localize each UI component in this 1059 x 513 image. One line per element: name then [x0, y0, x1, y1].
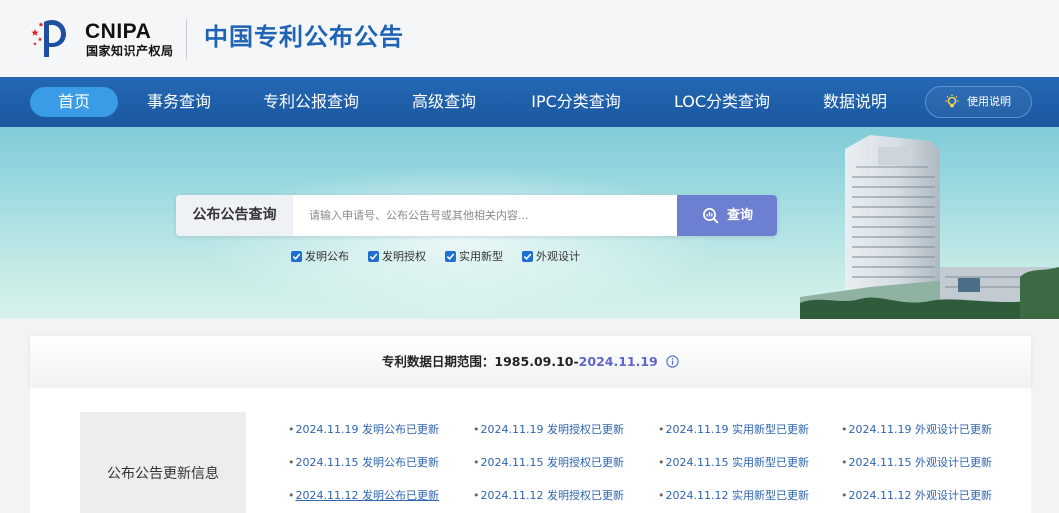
updates-section: 公布公告更新信息 •2024.11.19 发明公布已更新 •2024.11.19… — [30, 388, 1031, 513]
search-box: 公布公告查询 查询 — [176, 195, 777, 236]
nav-item-gazette-query[interactable]: 专利公报查询 — [256, 87, 366, 117]
filter-design[interactable]: 外观设计 — [522, 249, 588, 265]
updates-label: 公布公告更新信息 — [80, 412, 246, 513]
help-label: 使用说明 — [967, 95, 1011, 108]
date-range-start: 1985.09.10- — [494, 354, 579, 369]
update-link[interactable]: •2024.11.12 发明授权已更新 — [473, 489, 624, 503]
site-title[interactable]: 中国专利公布公告 — [204, 21, 404, 53]
nav-item-ipc-query[interactable]: IPC分类查询 — [523, 87, 629, 117]
filter-utility-model[interactable]: 实用新型 — [445, 249, 511, 265]
update-link[interactable]: •2024.11.12 发明公布已更新 — [288, 489, 439, 503]
checkbox-checked-icon — [291, 251, 302, 262]
update-link[interactable]: •2024.11.19 外观设计已更新 — [841, 423, 992, 437]
search-button-label: 查询 — [727, 208, 754, 223]
search-input[interactable] — [293, 195, 677, 236]
logo-text-cn: 国家知识产权局 — [86, 44, 174, 58]
header-divider — [186, 19, 187, 59]
update-link[interactable]: •2024.11.12 外观设计已更新 — [841, 489, 992, 503]
checkbox-checked-icon — [368, 251, 379, 262]
filter-invention-publication[interactable]: 发明公布 — [291, 249, 357, 265]
filter-label: 发明公布 — [305, 250, 349, 263]
nav-item-affairs-query[interactable]: 事务查询 — [136, 87, 222, 117]
update-link[interactable]: •2024.11.15 发明公布已更新 — [288, 456, 439, 470]
info-icon[interactable] — [666, 355, 679, 368]
filter-label: 外观设计 — [536, 250, 580, 263]
filter-label: 实用新型 — [459, 250, 503, 263]
nav-item-home[interactable]: 首页 — [30, 87, 118, 117]
update-link[interactable]: •2024.11.15 发明授权已更新 — [473, 456, 624, 470]
logo-text-en: CNIPA — [85, 20, 152, 43]
nav-item-data-description[interactable]: 数据说明 — [815, 87, 895, 117]
office-building-image — [800, 135, 1059, 319]
main-nav: 首页 事务查询 专利公报查询 高级查询 IPC分类查询 LOC分类查询 数据说明… — [0, 77, 1059, 127]
banner-glow — [200, 167, 720, 317]
checkbox-checked-icon — [522, 251, 533, 262]
help-button[interactable]: 使用说明 — [925, 86, 1032, 118]
filter-label: 发明授权 — [382, 250, 426, 263]
update-link[interactable]: •2024.11.15 实用新型已更新 — [658, 456, 809, 470]
update-link[interactable]: •2024.11.19 实用新型已更新 — [658, 423, 809, 437]
nav-item-loc-query[interactable]: LOC分类查询 — [666, 87, 778, 117]
update-link[interactable]: •2024.11.12 实用新型已更新 — [658, 489, 809, 503]
lightbulb-icon — [945, 94, 959, 108]
update-link[interactable]: •2024.11.19 发明授权已更新 — [473, 423, 624, 437]
date-range-end: 2024.11.19 — [578, 354, 658, 369]
nav-item-advanced-query[interactable]: 高级查询 — [402, 87, 486, 117]
filter-invention-grant[interactable]: 发明授权 — [368, 249, 434, 265]
update-link[interactable]: •2024.11.19 发明公布已更新 — [288, 423, 439, 437]
date-range-bar: 专利数据日期范围：1985.09.10-2024.11.19 — [30, 336, 1031, 388]
cnipa-emblem-icon — [31, 20, 66, 57]
checkbox-checked-icon — [445, 251, 456, 262]
date-range-prefix: 专利数据日期范围： — [381, 354, 495, 369]
search-button[interactable]: 查询 — [677, 195, 777, 236]
search-category-label: 公布公告查询 — [176, 195, 293, 236]
update-link[interactable]: •2024.11.15 外观设计已更新 — [841, 456, 992, 470]
search-banner: 公布公告查询 查询 发明公布 发明授权 实用新型 外 — [0, 127, 1059, 319]
site-header: CNIPA 国家知识产权局 中国专利公布公告 — [0, 0, 1059, 77]
cnipa-logo[interactable]: CNIPA 国家知识产权局 — [30, 16, 190, 60]
search-icon — [703, 208, 719, 224]
